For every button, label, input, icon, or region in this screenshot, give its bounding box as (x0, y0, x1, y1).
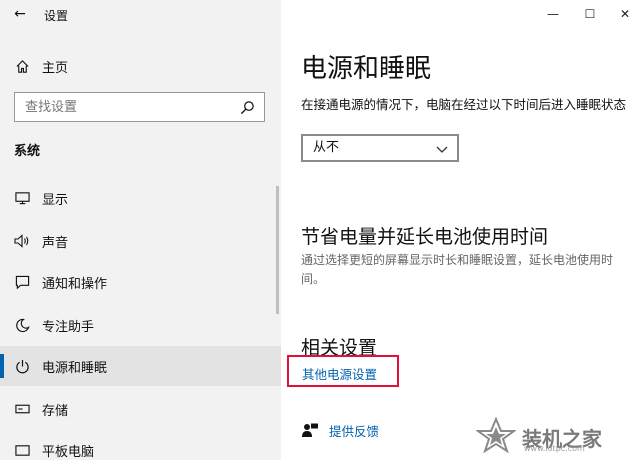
sidebar-item-label: 电源和睡眠 (42, 360, 108, 376)
watermark-star-icon (474, 416, 518, 457)
search-box[interactable] (14, 92, 265, 122)
notification-icon (14, 274, 30, 290)
titlebar-left: ← 设置 (0, 0, 281, 30)
sidebar-item-label: 主页 (42, 60, 69, 76)
active-indicator (0, 354, 4, 378)
chevron-down-icon (435, 141, 449, 155)
maximize-button[interactable]: ☐ (579, 4, 601, 24)
minimize-icon: — (547, 7, 559, 21)
feedback-icon (301, 422, 319, 440)
sidebar-item-label: 存储 (42, 403, 69, 419)
monitor-icon (14, 190, 30, 206)
sleep-timeout-dropdown[interactable]: 从不 (301, 134, 459, 162)
battery-heading: 节省电量并延长电池使用时间 (301, 226, 549, 248)
main-content: — ☐ ✕ 电源和睡眠 在接通电源的情况下，电脑在经过以下时间后进入睡眠状态 从… (281, 0, 640, 460)
maximize-icon: ☐ (584, 7, 596, 21)
sidebar-item-label: 平板电脑 (42, 444, 95, 460)
watermark-url: www.lotpc.com (524, 444, 585, 453)
battery-description: 通过选择更短的屏幕显示时长和睡眠设置，延长电池使用时间。 (301, 253, 614, 286)
dropdown-value: 从不 (313, 140, 340, 155)
app-title: 设置 (44, 9, 69, 23)
minimize-button[interactable]: — (542, 4, 564, 24)
sleep-description: 在接通电源的情况下，电脑在经过以下时间后进入睡眠状态 (301, 97, 627, 112)
feedback-link[interactable]: 提供反馈 (329, 421, 379, 440)
sidebar-item-storage[interactable]: 存储 (0, 389, 281, 429)
moon-icon (14, 317, 30, 333)
page-title: 电源和睡眠 (301, 54, 432, 84)
search-input[interactable] (15, 93, 225, 121)
storage-icon (14, 401, 30, 417)
sidebar-item-label: 声音 (42, 235, 69, 251)
close-icon: ✕ (619, 7, 631, 21)
power-icon (14, 358, 30, 374)
feedback-row[interactable]: 提供反馈 (301, 421, 379, 440)
close-button[interactable]: ✕ (614, 4, 636, 24)
sidebar-item-sound[interactable]: 声音 (0, 221, 281, 261)
sidebar-item-power-sleep[interactable]: 电源和睡眠 (0, 346, 281, 386)
additional-power-settings-link[interactable]: 其他电源设置 (302, 364, 377, 383)
sidebar-item-display[interactable]: 显示 (0, 178, 281, 218)
back-button[interactable]: ← (10, 4, 30, 24)
section-heading: 系统 (14, 144, 41, 159)
tablet-icon (14, 442, 30, 458)
sidebar-item-focus-assist[interactable]: 专注助手 (0, 305, 281, 345)
sidebar-scrollbar[interactable] (276, 186, 279, 314)
watermark: 装机之家 www.lotpc.com (474, 416, 634, 457)
sidebar-item-label: 专注助手 (42, 319, 95, 335)
sidebar-item-label: 显示 (42, 192, 69, 208)
sidebar-item-tablet[interactable]: 平板电脑 (0, 430, 281, 460)
sidebar-item-label: 通知和操作 (42, 276, 108, 292)
speaker-icon (14, 233, 30, 249)
back-arrow-icon: ← (14, 6, 26, 22)
sidebar-item-home[interactable]: 主页 (0, 46, 281, 86)
sidebar-item-notifications[interactable]: 通知和操作 (0, 262, 281, 302)
sidebar: ← 设置 主页 系统 显示 声音 通知和操作 (0, 0, 281, 460)
search-icon[interactable] (240, 100, 256, 116)
home-icon (14, 58, 30, 74)
